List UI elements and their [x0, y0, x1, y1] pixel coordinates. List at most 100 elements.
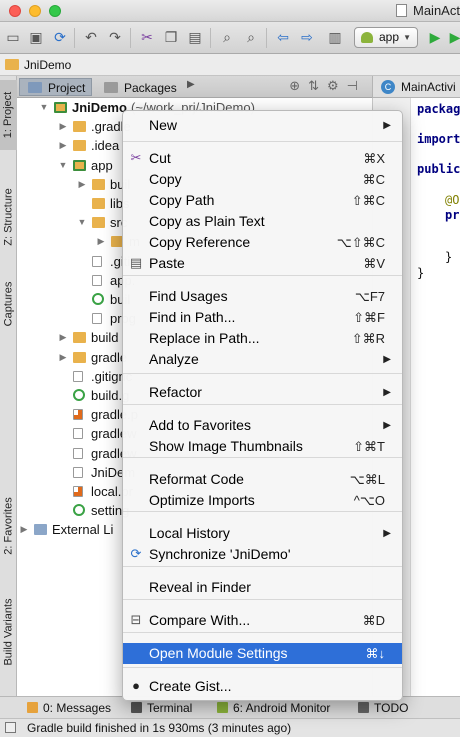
menu-item-refactor[interactable]: Refactor ▶: [123, 382, 402, 403]
menu-item-shortcut: ^⌥O: [353, 493, 385, 508]
code-line: }: [445, 250, 453, 264]
menu-item-shortcut: ⇧⌘T: [353, 439, 385, 454]
menu-item-label: Copy as Plain Text: [149, 213, 265, 229]
menu-item-optimize-imports[interactable]: Optimize Imports ^⌥O: [123, 490, 402, 511]
collapsed-arrow-icon[interactable]: ▶: [19, 520, 29, 539]
zoom-window-button[interactable]: [49, 5, 61, 17]
compare-icon: ⊟: [130, 612, 142, 627]
collapsed-arrow-icon[interactable]: ▶: [77, 175, 87, 194]
menu-item-compare-with[interactable]: ⊟ Compare With... ⌘D: [123, 610, 402, 631]
menu-item-find-in-path[interactable]: Find in Path... ⇧⌘F: [123, 307, 402, 328]
tab-packages-view[interactable]: Packages: [95, 78, 184, 96]
menu-item-copy[interactable]: Copy ⌘C: [123, 169, 402, 190]
tab-todo[interactable]: TODO: [358, 700, 408, 716]
tab-project-view[interactable]: Project: [19, 78, 93, 96]
tab-messages[interactable]: 0: Messages: [27, 700, 111, 716]
gradle-icon: [92, 293, 104, 305]
tab-android-monitor[interactable]: 6: Android Monitor: [217, 700, 330, 716]
code-line: }: [417, 266, 425, 280]
menu-item-analyze[interactable]: Analyze ▶: [123, 349, 402, 370]
menu-item-label: Copy: [149, 171, 182, 187]
redo-icon[interactable]: ↷: [106, 28, 124, 46]
build-icon[interactable]: ▥: [326, 28, 344, 46]
menu-item-synchronize-jnidemo[interactable]: ⟳ Synchronize 'JniDemo': [123, 544, 402, 565]
menu-item-local-history[interactable]: Local History ▶: [123, 523, 402, 544]
sync-icon[interactable]: ⟳: [51, 28, 69, 46]
folder-icon: [73, 332, 86, 344]
collapsed-arrow-icon[interactable]: ▶: [58, 328, 68, 347]
status-bar: Gradle build finished in 1s 930ms (3 min…: [0, 718, 460, 737]
collapsed-arrow-icon[interactable]: ▶: [58, 348, 68, 367]
paste-icon[interactable]: ▤: [186, 28, 204, 46]
collapsed-arrow-icon[interactable]: ▶: [58, 136, 68, 155]
class-icon: C: [381, 80, 395, 94]
menu-item-label: Replace in Path...: [149, 330, 260, 346]
menu-item-cut[interactable]: ✂ Cut ⌘X: [123, 148, 402, 169]
expanded-arrow-icon[interactable]: ▼: [58, 156, 68, 175]
minimize-window-button[interactable]: [29, 5, 41, 17]
menu-item-find-usages[interactable]: Find Usages ⌥F7: [123, 286, 402, 307]
ext-icon: [34, 524, 47, 536]
menu-item-paste[interactable]: ▤ Paste ⌘V: [123, 253, 402, 274]
menu-item-label: Create Gist...: [149, 678, 232, 694]
menu-separator: [123, 275, 402, 276]
submenu-arrow-icon: ▶: [383, 354, 391, 365]
tab-favorites[interactable]: 2: Favorites: [0, 486, 17, 566]
folder-icon: [73, 121, 86, 133]
project-panel-tools[interactable]: ⊕⇅⚙⊣: [289, 78, 366, 94]
tab-structure-label: Z: Structure: [2, 188, 15, 246]
tab-project[interactable]: 1: Project: [0, 80, 17, 150]
menu-item-create-gist[interactable]: ● Create Gist...: [123, 676, 402, 697]
find-icon[interactable]: ⌕: [218, 28, 236, 46]
tab-terminal[interactable]: Terminal: [131, 700, 192, 716]
menu-separator: [123, 632, 402, 633]
menu-item-new[interactable]: New ▶: [123, 115, 402, 136]
tab-structure[interactable]: Z: Structure: [0, 172, 17, 262]
expanded-arrow-icon[interactable]: ▼: [77, 213, 87, 232]
more-tabs-icon[interactable]: ▶: [187, 79, 195, 90]
cut-icon[interactable]: ✂: [138, 28, 156, 46]
menu-item-add-to-favorites[interactable]: Add to Favorites ▶: [123, 415, 402, 436]
forward-icon[interactable]: ⇨: [298, 28, 316, 46]
menu-item-replace-in-path[interactable]: Replace in Path... ⇧⌘R: [123, 328, 402, 349]
replace-icon[interactable]: ⌕: [242, 28, 260, 46]
close-window-button[interactable]: [9, 5, 21, 17]
window-title: MainActiv: [396, 3, 460, 18]
menu-item-label: Optimize Imports: [149, 492, 255, 508]
run-icon[interactable]: ▶: [426, 28, 444, 46]
editor-tab[interactable]: C MainActivi: [372, 76, 460, 98]
run-configuration-select[interactable]: app ▼: [354, 27, 418, 48]
undo-icon[interactable]: ↶: [82, 28, 100, 46]
save-icon[interactable]: ▣: [27, 28, 45, 46]
tab-captures[interactable]: Captures: [0, 272, 17, 336]
menu-item-copy-reference[interactable]: Copy Reference ⌥⇧⌘C: [123, 232, 402, 253]
mod-icon: [73, 159, 86, 171]
tab-build-variants[interactable]: Build Variants: [0, 590, 17, 674]
collapsed-arrow-icon[interactable]: ▶: [58, 117, 68, 136]
chevron-down-icon: ▼: [403, 33, 411, 42]
menu-item-copy-as-plain-text[interactable]: Copy as Plain Text: [123, 211, 402, 232]
menu-item-show-image-thumbnails[interactable]: Show Image Thumbnails ⇧⌘T: [123, 436, 402, 457]
menu-separator: [123, 511, 402, 512]
menu-item-reformat-code[interactable]: Reformat Code ⌥⌘L: [123, 469, 402, 490]
menu-item-open-module-settings[interactable]: Open Module Settings ⌘↓: [123, 643, 402, 664]
file-icon: [73, 447, 83, 459]
gradle-icon: [73, 504, 85, 517]
menu-item-reveal-in-finder[interactable]: Reveal in Finder: [123, 577, 402, 598]
copy-icon[interactable]: ❐: [162, 28, 180, 46]
back-icon[interactable]: ⇦: [274, 28, 292, 46]
menu-item-copy-path[interactable]: Copy Path ⇧⌘C: [123, 190, 402, 211]
collapsed-arrow-icon[interactable]: ▶: [96, 232, 106, 251]
tool-windows-toggle-icon[interactable]: [5, 722, 16, 733]
menu-item-label: Find Usages: [149, 288, 228, 304]
menu-item-label: Analyze: [149, 351, 199, 367]
breadcrumb-project[interactable]: JniDemo: [24, 58, 71, 72]
project-view-icon: [28, 82, 42, 93]
menu-item-shortcut: ⌥⌘L: [349, 472, 385, 487]
file-icon: [73, 370, 83, 382]
tab-captures-label: Captures: [2, 281, 15, 327]
expanded-arrow-icon[interactable]: ▼: [39, 98, 49, 117]
debug-icon[interactable]: ▶: [446, 28, 460, 46]
title-bar: MainActiv: [0, 0, 460, 22]
open-folder-icon[interactable]: ▭: [4, 28, 22, 46]
